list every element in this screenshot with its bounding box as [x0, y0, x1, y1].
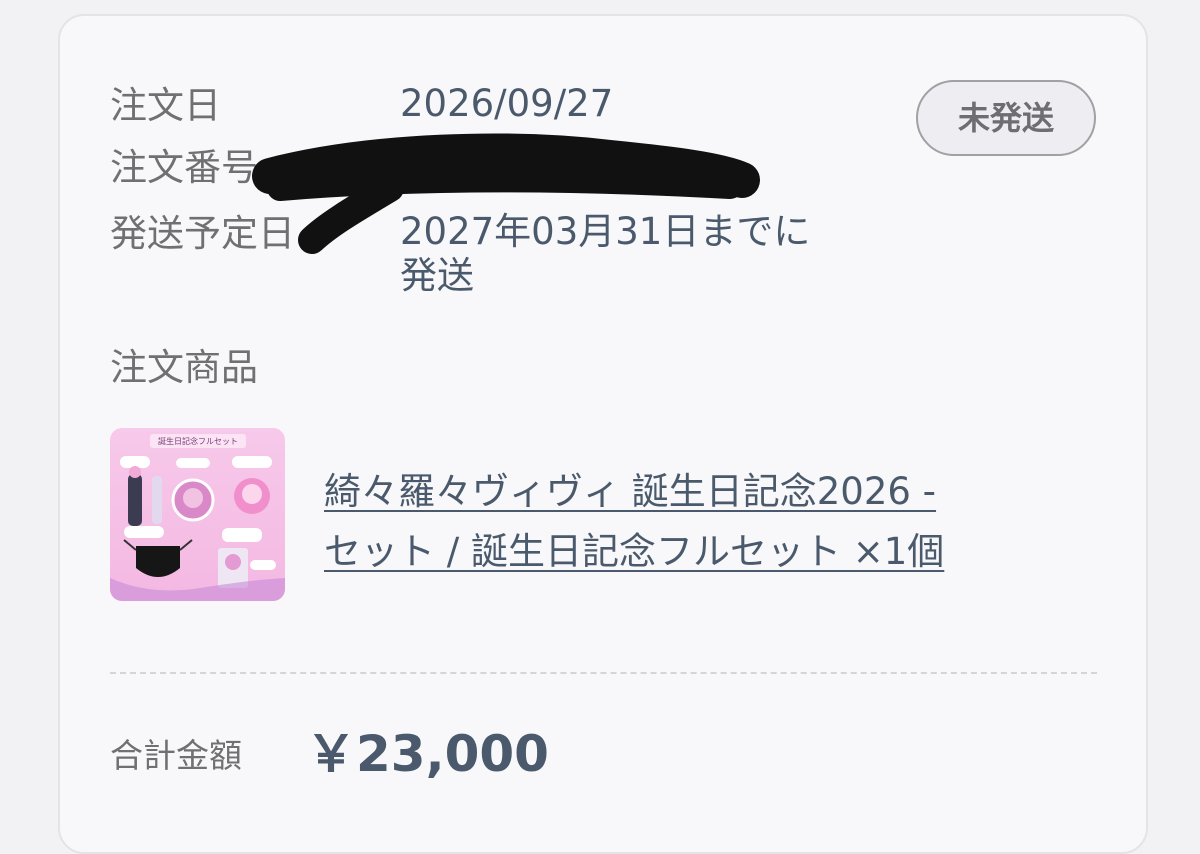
- ordered-items-label: 注文商品: [110, 346, 258, 389]
- product-link[interactable]: 綺々羅々ヴィヴィ 誕生日記念2026 - セット / 誕生日記念フルセット ×1…: [324, 462, 1124, 582]
- redaction-scribble: [252, 133, 760, 254]
- ship-date-value-line2: 発送: [400, 254, 474, 297]
- total-label: 合計金額: [110, 736, 242, 775]
- order-date-label: 注文日: [110, 84, 221, 127]
- divider: [110, 672, 1097, 674]
- order-date-value: 2026/09/27: [400, 82, 614, 125]
- order-number-label: 注文番号: [110, 146, 258, 189]
- status-badge: 未発送: [916, 80, 1096, 156]
- product-name-line2: セット / 誕生日記念フルセット ×1個: [324, 530, 945, 573]
- total-value: ￥23,000: [306, 725, 549, 783]
- thumbnail-caption: 誕生日記念フルセット: [158, 436, 238, 446]
- product-thumbnail[interactable]: 誕生日記念フルセット: [110, 428, 285, 601]
- product-name-line1: 綺々羅々ヴィヴィ 誕生日記念2026 -: [324, 470, 937, 513]
